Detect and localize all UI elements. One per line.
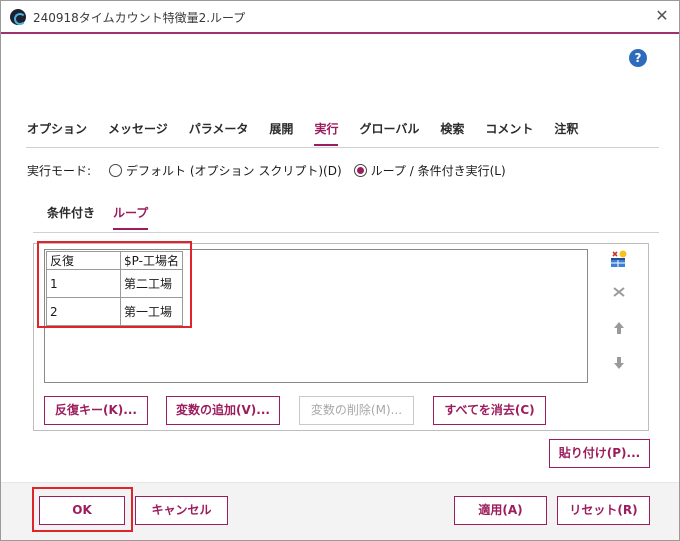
radio-default-mode[interactable]: デフォルト (オプション スクリプト)(D) xyxy=(109,162,342,179)
table-header-row: 反復 $P-工場名 xyxy=(46,251,183,270)
header-factory-name[interactable]: $P-工場名 xyxy=(120,251,183,270)
cell-factory-name[interactable]: 第一工場 xyxy=(120,297,183,326)
radio-loop-label: ループ / 条件付き実行(L) xyxy=(370,163,506,178)
tab-options[interactable]: オプション xyxy=(27,113,87,144)
loop-variable-list[interactable]: 反復 $P-工場名 1 第二工場 2 第一工場 xyxy=(44,249,588,383)
delete-variable-button[interactable]: 変数の削除(M)... xyxy=(299,396,414,425)
add-variable-button[interactable]: 変数の追加(V)... xyxy=(166,396,280,425)
move-up-icon[interactable] xyxy=(608,320,630,342)
iterate-key-button[interactable]: 反復キー(K)... xyxy=(44,396,148,425)
radio-loop-mode[interactable]: ループ / 条件付き実行(L) xyxy=(353,162,506,179)
cancel-button[interactable]: キャンセル xyxy=(135,496,228,525)
move-down-icon[interactable] xyxy=(608,355,630,377)
execution-mode-row: 実行モード: デフォルト (オプション スクリプト)(D) ループ / 条件付き… xyxy=(27,161,518,179)
radio-default-circle[interactable] xyxy=(109,163,123,177)
delete-icon-graphic xyxy=(613,287,625,297)
paste-button[interactable]: 貼り付け(P)... xyxy=(549,439,650,468)
reset-button[interactable]: リセット(R) xyxy=(557,496,650,525)
tab-expand[interactable]: 展開 xyxy=(269,113,293,144)
window-title: 240918タイムカウント特徴量2.ループ xyxy=(33,11,246,25)
tab-search[interactable]: 検索 xyxy=(440,113,464,144)
subtab-loop[interactable]: ループ xyxy=(113,198,149,230)
ok-button[interactable]: OK xyxy=(39,496,125,525)
subtabs-divider xyxy=(33,232,659,233)
tab-comment[interactable]: コメント xyxy=(485,113,533,144)
app-logo-icon xyxy=(10,9,26,25)
subtab-conditional[interactable]: 条件付き xyxy=(47,198,95,228)
tab-messages[interactable]: メッセージ xyxy=(108,113,168,144)
cell-iteration[interactable]: 1 xyxy=(46,269,121,298)
clear-all-button[interactable]: すべてを消去(C) xyxy=(433,396,546,425)
loop-table: 反復 $P-工場名 1 第二工場 2 第一工場 xyxy=(46,251,183,326)
move-up-icon-graphic xyxy=(614,322,624,334)
add-table-icon-graphic xyxy=(611,250,627,267)
delete-icon[interactable] xyxy=(608,284,630,306)
execution-mode-label: 実行モード: xyxy=(27,163,92,178)
tab-parameters[interactable]: パラメータ xyxy=(189,113,249,144)
add-table-icon[interactable] xyxy=(608,250,630,272)
title-bar: 240918タイムカウント特徴量2.ループ ✕ xyxy=(1,1,679,32)
loop-settings-panel: 反復 $P-工場名 1 第二工場 2 第一工場 反復キー(K)... 変数の追加… xyxy=(33,243,649,431)
cell-iteration[interactable]: 2 xyxy=(46,297,121,326)
radio-default-label: デフォルト (オプション スクリプト)(D) xyxy=(126,163,342,178)
title-divider xyxy=(1,32,679,34)
move-down-icon-graphic xyxy=(614,357,624,369)
sub-tabs: 条件付き ループ xyxy=(47,198,166,230)
tab-annotation[interactable]: 注釈 xyxy=(554,113,578,144)
loop-dialog-window: 240918タイムカウント特徴量2.ループ ✕ ? オプション メッセージ パラメー… xyxy=(0,0,680,541)
cell-factory-name[interactable]: 第二工場 xyxy=(120,269,183,298)
tab-execute[interactable]: 実行 xyxy=(314,113,339,146)
close-icon[interactable]: ✕ xyxy=(653,7,671,25)
help-icon[interactable]: ? xyxy=(629,49,647,67)
apply-button[interactable]: 適用(A) xyxy=(454,496,547,525)
table-row[interactable]: 1 第二工場 xyxy=(46,269,183,298)
main-tabs: オプション メッセージ パラメータ 展開 実行 グローバル 検索 コメント 注釈 xyxy=(27,113,599,147)
header-iteration[interactable]: 反復 xyxy=(46,251,121,270)
tabs-divider xyxy=(26,147,659,148)
table-row[interactable]: 2 第一工場 xyxy=(46,297,183,326)
radio-loop-circle[interactable] xyxy=(353,163,367,177)
tab-global[interactable]: グローバル xyxy=(359,113,419,144)
